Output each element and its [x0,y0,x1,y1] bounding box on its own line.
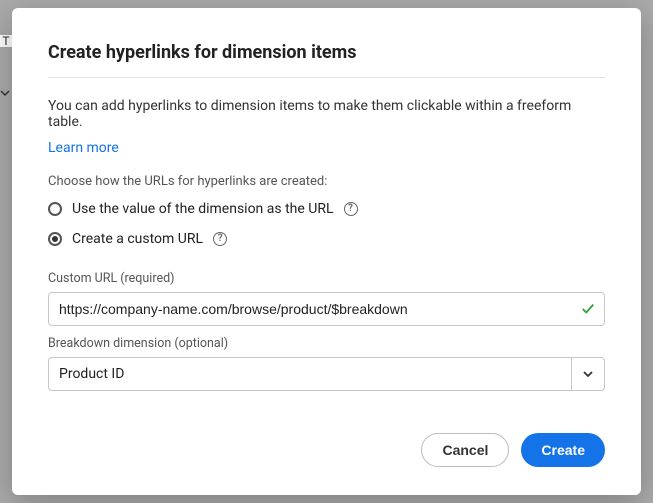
divider [48,77,605,78]
help-icon[interactable]: ? [213,232,227,246]
dialog-footer: Cancel Create [48,403,605,467]
radio-custom-url[interactable]: Create a custom URL ? [48,231,605,247]
create-button[interactable]: Create [521,433,605,467]
breakdown-select-value[interactable]: Product ID [48,357,571,391]
bg-text-fragment: T [0,35,12,47]
cancel-button[interactable]: Cancel [421,433,509,467]
choose-label: Choose how the URLs for hyperlinks are c… [48,174,605,189]
radio-use-value-label: Use the value of the dimension as the UR… [72,201,334,217]
dialog-title: Create hyperlinks for dimension items [48,42,605,63]
checkmark-icon [581,302,595,316]
radio-button-icon [48,202,62,216]
custom-url-input[interactable] [48,292,605,326]
create-hyperlinks-dialog: Create hyperlinks for dimension items Yo… [12,8,641,495]
chevron-down-icon[interactable] [571,357,605,391]
breakdown-select[interactable]: Product ID [48,357,605,391]
bg-chevron-fragment [0,88,12,100]
help-icon[interactable]: ? [344,202,358,216]
intro-text: You can add hyperlinks to dimension item… [48,98,605,130]
radio-custom-url-label: Create a custom URL [72,231,203,247]
radio-use-value[interactable]: Use the value of the dimension as the UR… [48,201,605,217]
learn-more-link[interactable]: Learn more [48,140,605,156]
breakdown-label: Breakdown dimension (optional) [48,336,605,351]
custom-url-label: Custom URL (required) [48,271,605,286]
radio-button-selected-icon [48,232,62,246]
